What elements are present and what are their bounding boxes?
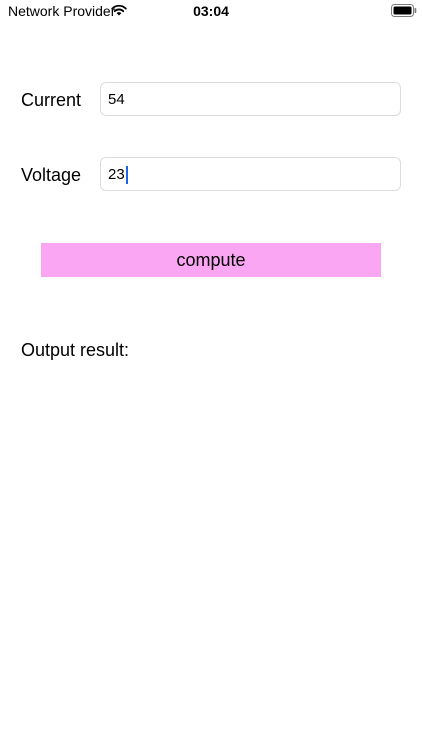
output-result-label: Output result:	[21, 340, 130, 360]
current-label: Current	[21, 90, 82, 110]
voltage-value: 23	[108, 166, 125, 183]
wifi-icon	[111, 4, 127, 16]
voltage-input[interactable]: 23	[100, 157, 401, 191]
current-value: 54	[108, 91, 125, 108]
text-caret	[125, 166, 128, 184]
voltage-value-wrap: 23	[108, 166, 128, 184]
carrier-name: Network Provider	[8, 3, 116, 19]
voltage-label: Voltage	[21, 165, 82, 185]
battery-icon	[391, 4, 417, 17]
status-bar: Network Provider 03:04	[0, 0, 422, 24]
compute-button[interactable]: compute	[41, 243, 381, 277]
status-time: 03:04	[193, 3, 229, 19]
current-input[interactable]: 54	[100, 82, 401, 116]
